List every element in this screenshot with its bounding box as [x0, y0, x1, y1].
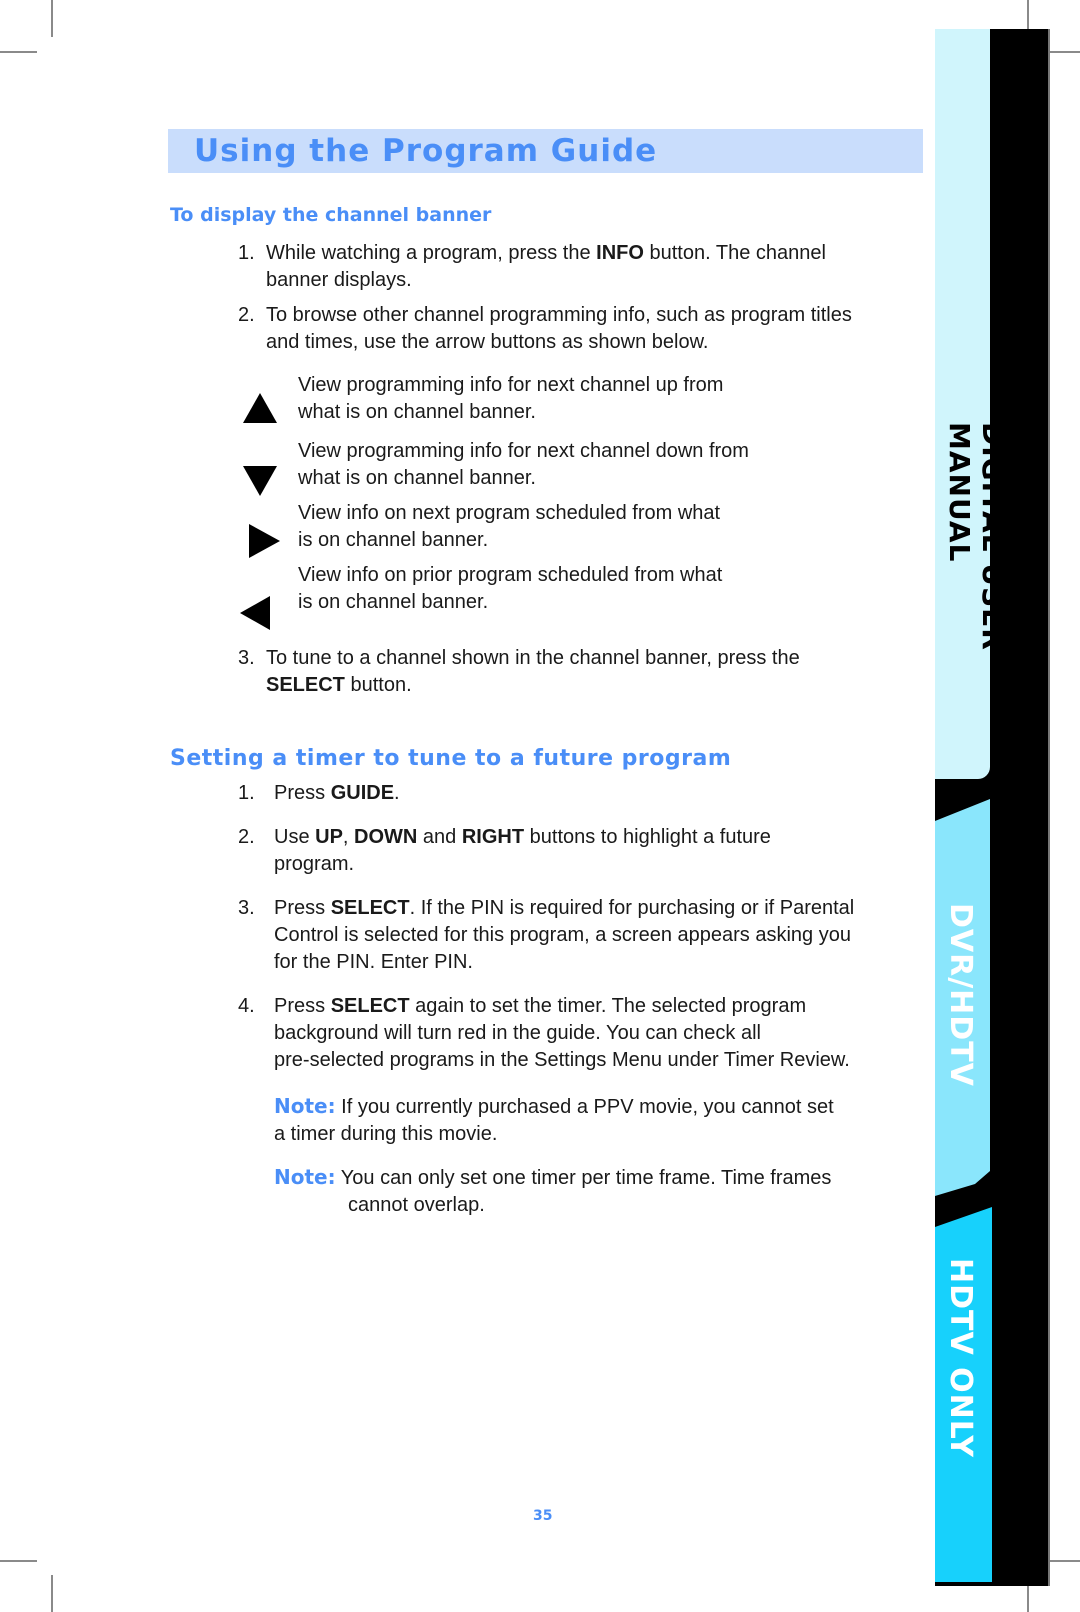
tab-dvr-hdtv-label: DVR/HDTV [943, 903, 978, 1087]
list-item: 4. Press SELECT again to set the timer. … [238, 995, 850, 1071]
crop-mark [0, 1560, 37, 1562]
up-arrow-icon [243, 393, 277, 423]
note: Note: If you currently purchased a PPV m… [274, 1094, 834, 1145]
tab-digital-user-manual: DIGITAL USER MANUAL [935, 29, 1009, 779]
title-bar: Using the Program Guide [168, 129, 923, 173]
page-number: 35 [533, 1508, 553, 1524]
list-item: 3. To tune to a channel shown in the cha… [238, 647, 800, 696]
right-arrow-icon [249, 524, 280, 558]
list-item: 2. To browse other channel programming i… [238, 304, 852, 353]
crop-mark [51, 1575, 53, 1612]
crop-mark [51, 0, 53, 37]
left-arrow-icon [240, 596, 270, 630]
tab-hdtv-only-label: HDTV ONLY [943, 1258, 978, 1458]
list-item: 2. Use UP, DOWN and RIGHT buttons to hig… [238, 826, 771, 875]
note-label: Note: [274, 1094, 336, 1118]
section-heading-channel-banner: To display the channel banner [170, 204, 492, 226]
arrow-description: View programming info for next channel u… [298, 374, 724, 423]
section-heading-timer: Setting a timer to tune to a future prog… [170, 746, 732, 771]
side-tabs: DIGITAL USER MANUAL DVR/HDTV HDTV ONLY [935, 29, 1050, 1586]
list-item: 1. Press GUIDE. [238, 782, 400, 804]
arrow-description: View programming info for next channel d… [298, 440, 749, 489]
note-label: Note: [274, 1165, 336, 1189]
arrow-description: View info on next program scheduled from… [298, 502, 721, 551]
list-item: 3. Press SELECT. If the PIN is required … [238, 897, 855, 973]
down-arrow-icon [243, 466, 277, 496]
page-title: Using the Program Guide [194, 133, 658, 169]
arrow-description: View info on prior program scheduled fro… [298, 564, 723, 613]
crop-mark [0, 51, 37, 53]
list-item: 1. While watching a program, press the I… [238, 242, 826, 291]
note: Note: You can only set one timer per tim… [274, 1165, 832, 1216]
